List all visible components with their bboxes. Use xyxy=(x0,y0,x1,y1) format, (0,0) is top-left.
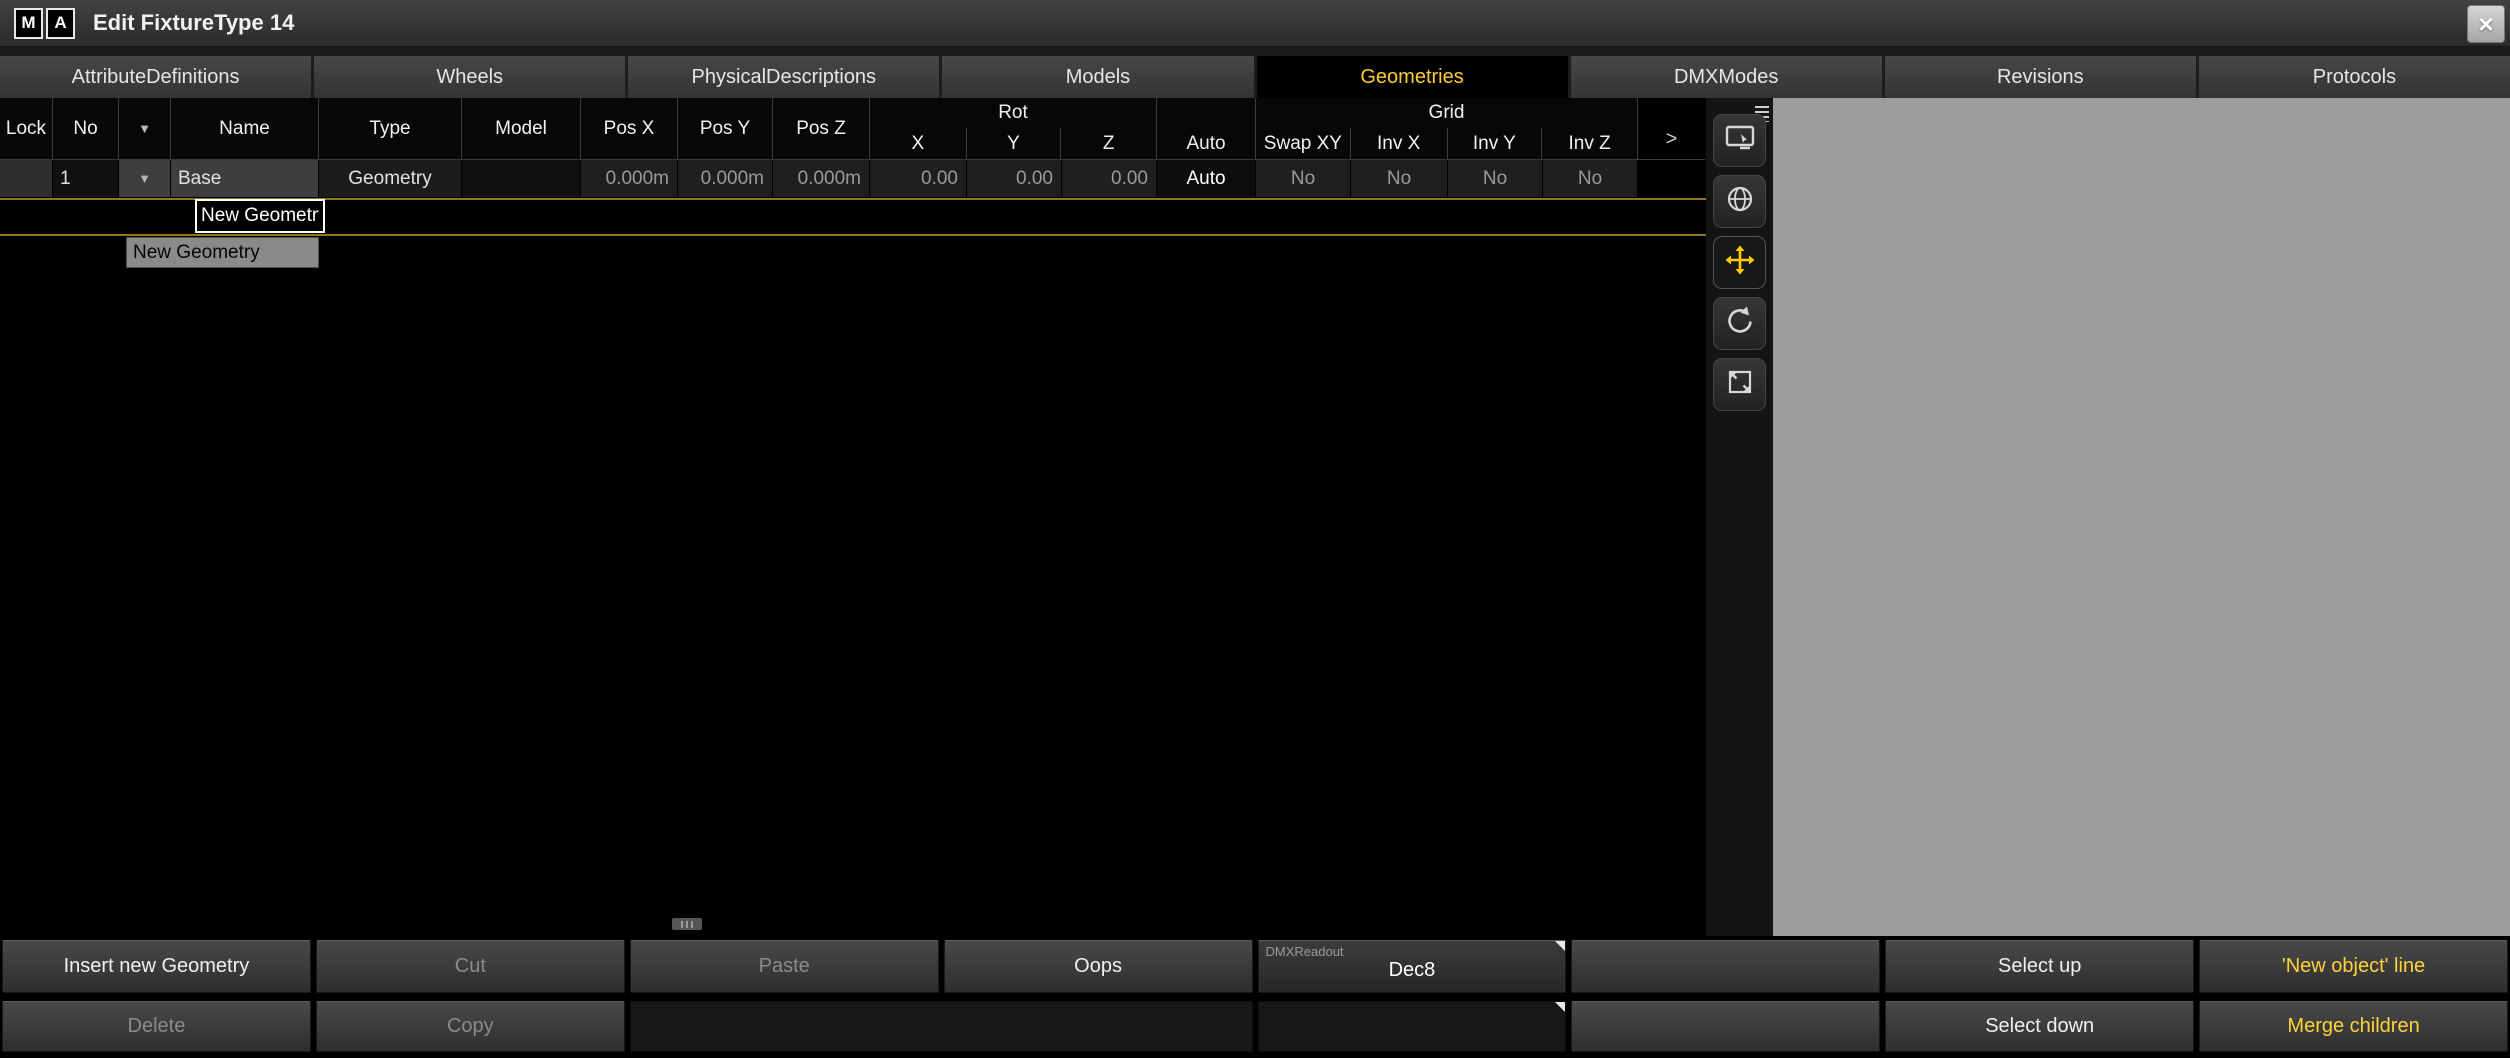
zoom-fit-icon xyxy=(1723,365,1757,404)
viewport-3d[interactable] xyxy=(1773,98,2510,936)
cell-lock[interactable] xyxy=(0,160,53,197)
tab-physicaldescriptions[interactable]: PhysicalDescriptions xyxy=(628,56,939,98)
col-header-inv-z[interactable]: Inv Z xyxy=(1542,128,1637,159)
geometries-table: Lock No ▼ Name Type Model Pos X Pos Y Po… xyxy=(0,98,1706,936)
globe-icon xyxy=(1723,182,1757,221)
col-header-rot-y[interactable]: Y xyxy=(967,128,1062,159)
cell-inv-y[interactable]: No xyxy=(1448,160,1543,197)
col-header-pos-y[interactable]: Pos Y xyxy=(678,98,773,159)
new-object-line-button[interactable]: 'New object' line xyxy=(2199,940,2508,993)
tab-attributedefinitions[interactable]: AttributeDefinitions xyxy=(0,56,311,98)
cell-type[interactable]: Geometry xyxy=(319,160,462,197)
col-header-rot-z[interactable]: Z xyxy=(1061,128,1156,159)
move-tool-button[interactable] xyxy=(1713,236,1766,289)
col-header-expand[interactable]: ▼ xyxy=(119,98,171,159)
cell-auto[interactable]: Auto xyxy=(1157,160,1256,197)
globe-view-button[interactable] xyxy=(1713,175,1766,228)
window-title: Edit FixtureType 14 xyxy=(93,10,294,36)
tab-geometries[interactable]: Geometries xyxy=(1257,56,1568,98)
table-row: 1 ▼ Base Geometry 0.000m 0.000m 0.000m 0… xyxy=(0,160,1638,197)
cell-name[interactable]: Base xyxy=(171,160,319,197)
col-header-auto[interactable]: Auto xyxy=(1157,128,1255,159)
dropdown-corner-icon xyxy=(1555,941,1565,951)
suggestion-item[interactable]: New Geometry xyxy=(126,237,319,268)
col-header-inv-x[interactable]: Inv X xyxy=(1351,128,1448,159)
cell-rot-x[interactable]: 0.00 xyxy=(870,160,967,197)
cell-pos-x[interactable]: 0.000m xyxy=(581,160,678,197)
ma-logo: M A xyxy=(14,8,75,39)
col-header-swap-xy[interactable]: Swap XY xyxy=(1256,128,1351,159)
title-bar: M A Edit FixtureType 14 × xyxy=(0,0,2510,47)
tab-protocols[interactable]: Protocols xyxy=(2199,56,2510,98)
cell-rot-y[interactable]: 0.00 xyxy=(967,160,1062,197)
close-icon: × xyxy=(2478,9,2493,40)
tab-bar: AttributeDefinitions Wheels PhysicalDesc… xyxy=(0,56,2510,98)
col-header-name[interactable]: Name xyxy=(171,98,319,159)
ma-logo-m: M xyxy=(14,8,43,39)
dmx-readout-value: Dec8 xyxy=(1389,959,1436,982)
col-header-no[interactable]: No xyxy=(53,98,119,159)
scroll-right-icon[interactable]: > xyxy=(1638,98,1705,159)
cell-inv-z[interactable]: No xyxy=(1543,160,1638,197)
dmx-readout-selector[interactable]: DMXReadout Dec8 xyxy=(1258,940,1567,993)
move-icon xyxy=(1723,243,1757,282)
col-header-inv-y[interactable]: Inv Y xyxy=(1448,128,1543,159)
zoom-fit-button[interactable] xyxy=(1713,358,1766,411)
col-header-pos-z[interactable]: Pos Z xyxy=(773,98,870,159)
select-down-button[interactable]: Select down xyxy=(1885,1001,2194,1052)
viewport-tool-strip xyxy=(1706,98,1773,936)
blank-button-bottom[interactable] xyxy=(1571,1001,1880,1052)
blank-button-top[interactable] xyxy=(1571,940,1880,993)
name-editor-input[interactable] xyxy=(195,199,325,233)
tab-wheels[interactable]: Wheels xyxy=(314,56,625,98)
table-header: Lock No ▼ Name Type Model Pos X Pos Y Po… xyxy=(0,98,1705,160)
dropdown-corner-icon xyxy=(1555,1002,1565,1012)
row-expand-icon: ▼ xyxy=(138,171,151,186)
paste-button[interactable]: Paste xyxy=(630,940,939,993)
horizontal-scrollbar[interactable] xyxy=(672,918,702,930)
cell-inv-x[interactable]: No xyxy=(1351,160,1448,197)
ma-logo-a: A xyxy=(46,8,75,39)
insert-new-geometry-button[interactable]: Insert new Geometry xyxy=(2,940,311,993)
cell-pos-z[interactable]: 0.000m xyxy=(773,160,870,197)
delete-button[interactable]: Delete xyxy=(2,1001,311,1052)
col-group-auto: Auto xyxy=(1157,98,1256,159)
col-header-type[interactable]: Type xyxy=(319,98,462,159)
screen-view-button[interactable] xyxy=(1713,114,1766,167)
cell-pos-y[interactable]: 0.000m xyxy=(678,160,773,197)
col-group-grid: Grid Swap XY Inv X Inv Y Inv Z xyxy=(1256,98,1638,159)
screen-icon xyxy=(1723,121,1757,160)
cell-expand[interactable]: ▼ xyxy=(119,160,171,197)
cell-model[interactable] xyxy=(462,160,581,197)
dmx-readout-label: DMXReadout xyxy=(1266,944,1344,959)
orbit-icon xyxy=(1723,304,1757,343)
oops-button[interactable]: Oops xyxy=(944,940,1253,993)
col-header-pos-x[interactable]: Pos X xyxy=(581,98,678,159)
col-header-lock[interactable]: Lock xyxy=(0,98,53,159)
select-up-button[interactable]: Select up xyxy=(1885,940,2194,993)
dmx-readout-secondary[interactable] xyxy=(1258,1001,1567,1052)
cut-button[interactable]: Cut xyxy=(316,940,625,993)
col-header-model[interactable]: Model xyxy=(462,98,581,159)
orbit-tool-button[interactable] xyxy=(1713,297,1766,350)
titlebar-gap xyxy=(0,47,2510,56)
merge-children-button[interactable]: Merge children xyxy=(2199,1001,2508,1052)
cell-rot-z[interactable]: 0.00 xyxy=(1062,160,1157,197)
col-header-rot-x[interactable]: X xyxy=(870,128,967,159)
tab-dmxmodes[interactable]: DMXModes xyxy=(1571,56,1882,98)
col-group-grid-label: Grid xyxy=(1256,98,1637,128)
close-button[interactable]: × xyxy=(2467,5,2505,43)
copy-button[interactable]: Copy xyxy=(316,1001,625,1052)
tab-models[interactable]: Models xyxy=(942,56,1253,98)
main-region: Lock No ▼ Name Type Model Pos X Pos Y Po… xyxy=(0,98,2510,936)
bottom-button-bar: Insert new Geometry Cut Paste Oops DMXRe… xyxy=(0,936,2510,1058)
col-group-rot: Rot X Y Z xyxy=(870,98,1157,159)
empty-panel xyxy=(630,1001,1253,1052)
col-group-rot-label: Rot xyxy=(870,98,1156,128)
cell-swap-xy[interactable]: No xyxy=(1256,160,1351,197)
cell-no[interactable]: 1 xyxy=(53,160,119,197)
tab-revisions[interactable]: Revisions xyxy=(1885,56,2196,98)
header-dropdown-icon: ▼ xyxy=(138,121,151,136)
